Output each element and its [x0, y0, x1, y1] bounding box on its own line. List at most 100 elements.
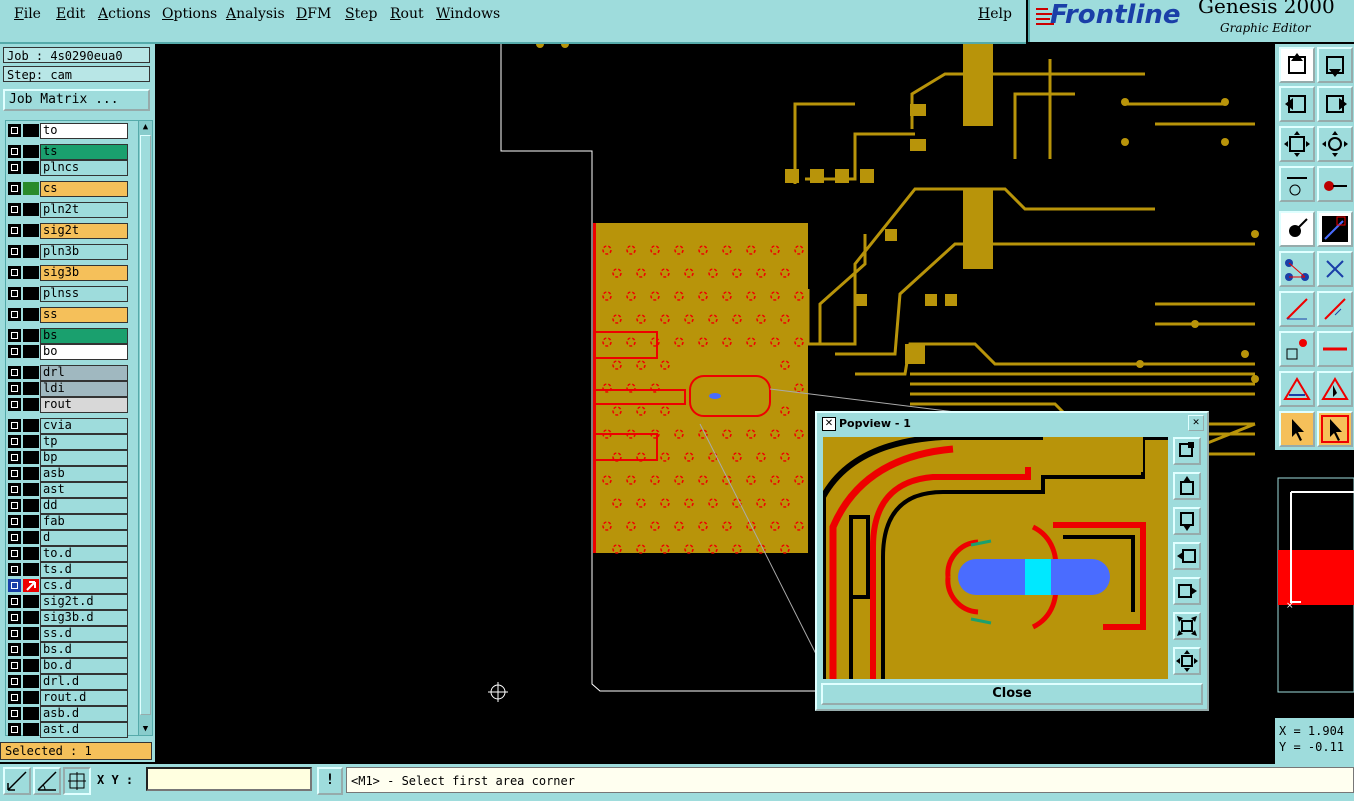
layer-name[interactable]: tp — [40, 434, 128, 450]
job-matrix-button[interactable]: Job Matrix ... — [3, 89, 150, 111]
menu-rout[interactable]: Rout — [390, 6, 424, 22]
layer-color-swatch[interactable] — [23, 547, 39, 560]
grid-snap-icon[interactable] — [63, 767, 91, 795]
layer-checkbox[interactable] — [8, 366, 21, 379]
zoom-fit-icon[interactable] — [1279, 126, 1315, 162]
layer-color-swatch[interactable] — [23, 611, 39, 624]
layer-row-plnss[interactable]: plnss — [6, 286, 128, 302]
alert-icon[interactable]: ! — [317, 767, 343, 795]
layer-checkbox[interactable] — [8, 308, 21, 321]
layer-color-swatch[interactable] — [23, 675, 39, 688]
layer-checkbox[interactable] — [8, 675, 21, 688]
layer-row-ts[interactable]: ts — [6, 144, 128, 160]
triangle-icon[interactable] — [1279, 371, 1315, 407]
layer-name[interactable]: bp — [40, 450, 128, 466]
layer-color-swatch[interactable] — [23, 515, 39, 528]
layer-row-drl-d[interactable]: drl.d — [6, 674, 128, 690]
layer-name[interactable]: asb.d — [40, 706, 128, 722]
window-menu-icon[interactable]: ✕ — [822, 417, 836, 431]
layer-row-rout-d[interactable]: rout.d — [6, 690, 128, 706]
layer-row-bo-d[interactable]: bo.d — [6, 658, 128, 674]
pointer-box-icon[interactable] — [1317, 411, 1353, 447]
menu-actions[interactable]: Actions — [98, 6, 151, 22]
layer-name[interactable]: ldi — [40, 381, 128, 397]
scroll-thumb[interactable] — [140, 135, 151, 715]
layer-name[interactable]: ts.d — [40, 562, 128, 578]
layer-color-swatch[interactable] — [23, 266, 39, 279]
scroll-down-icon[interactable]: ▼ — [140, 724, 151, 734]
layer-checkbox[interactable] — [8, 345, 21, 358]
zoom-home-icon[interactable] — [1317, 126, 1353, 162]
layer-checkbox[interactable] — [8, 483, 21, 496]
popview-zoom-icon[interactable] — [1173, 437, 1201, 465]
layer-row-ss-d[interactable]: ss.d — [6, 626, 128, 642]
measure-icon[interactable] — [1279, 166, 1315, 202]
layer-color-swatch[interactable] — [23, 691, 39, 704]
layer-checkbox[interactable] — [8, 691, 21, 704]
layer-color-swatch[interactable] — [23, 382, 39, 395]
layer-row-tp[interactable]: tp — [6, 434, 128, 450]
layer-checkbox[interactable] — [8, 531, 21, 544]
layer-checkbox[interactable] — [8, 467, 21, 480]
layer-color-swatch[interactable] — [23, 145, 39, 158]
angle-snap-icon[interactable] — [33, 767, 61, 795]
node-graph-icon[interactable] — [1279, 251, 1315, 287]
layer-row-sig2t[interactable]: sig2t — [6, 223, 128, 239]
layer-checkbox[interactable] — [8, 382, 21, 395]
menu-step[interactable]: Step — [345, 6, 377, 22]
popview-pan-up-icon[interactable] — [1173, 472, 1201, 500]
layer-checkbox[interactable] — [8, 643, 21, 656]
layer-color-swatch[interactable] — [23, 182, 39, 195]
layer-checkbox[interactable] — [8, 329, 21, 342]
layer-name[interactable]: pln3b — [40, 244, 128, 260]
layer-name[interactable]: to.d — [40, 546, 128, 562]
layer-row-bs-d[interactable]: bs.d — [6, 642, 128, 658]
layer-checkbox[interactable] — [8, 723, 21, 736]
layer-row-ast-d[interactable]: ast.d — [6, 722, 128, 738]
popview-pan-left-icon[interactable] — [1173, 542, 1201, 570]
layer-name[interactable]: d — [40, 530, 128, 546]
layer-checkbox[interactable] — [8, 563, 21, 576]
layer-row-asb[interactable]: asb — [6, 466, 128, 482]
layer-name[interactable]: drl — [40, 365, 128, 381]
layer-row-to[interactable]: to — [6, 123, 128, 139]
layer-color-swatch[interactable] — [23, 287, 39, 300]
layer-color-swatch[interactable] — [23, 124, 39, 137]
layer-row-asb-d[interactable]: asb.d — [6, 706, 128, 722]
layer-checkbox[interactable] — [8, 398, 21, 411]
layer-name[interactable]: pln2t — [40, 202, 128, 218]
layer-row-cvia[interactable]: cvia — [6, 418, 128, 434]
layer-row-to-d[interactable]: to.d — [6, 546, 128, 562]
pan-right-icon[interactable] — [1317, 86, 1353, 122]
layer-row-d[interactable]: d — [6, 530, 128, 546]
pan-left-icon[interactable] — [1279, 86, 1315, 122]
popview-close-button[interactable]: Close — [821, 683, 1203, 705]
layer-name[interactable]: bo — [40, 344, 128, 360]
layer-color-swatch[interactable] — [23, 345, 39, 358]
layer-name[interactable]: rout — [40, 397, 128, 413]
menu-file[interactable]: File — [14, 6, 41, 22]
layer-color-swatch[interactable] — [23, 595, 39, 608]
scroll-up-icon[interactable]: ▲ — [140, 122, 151, 132]
layer-name[interactable]: cvia — [40, 418, 128, 434]
layer-row-bs[interactable]: bs — [6, 328, 128, 344]
layer-color-swatch[interactable] — [23, 531, 39, 544]
popview-pan-right-icon[interactable] — [1173, 577, 1201, 605]
layer-color-swatch[interactable] — [23, 329, 39, 342]
menu-dfm[interactable]: DFM — [296, 6, 331, 22]
layer-row-sig3b[interactable]: sig3b — [6, 265, 128, 281]
layer-name[interactable]: to — [40, 123, 128, 139]
layer-name[interactable]: bo.d — [40, 658, 128, 674]
layer-color-swatch[interactable] — [23, 435, 39, 448]
layer-row-drl[interactable]: drl — [6, 365, 128, 381]
layer-name[interactable]: fab — [40, 514, 128, 530]
layer-row-bp[interactable]: bp — [6, 450, 128, 466]
layer-checkbox[interactable] — [8, 287, 21, 300]
layer-color-swatch[interactable] — [23, 483, 39, 496]
layer-row-cs-d[interactable]: cs.d — [6, 578, 128, 594]
layer-checkbox[interactable] — [8, 595, 21, 608]
layer-row-cs[interactable]: cs — [6, 181, 128, 197]
layer-color-swatch[interactable] — [23, 499, 39, 512]
menu-edit[interactable]: Edit — [56, 6, 85, 22]
layer-color-swatch[interactable] — [23, 659, 39, 672]
